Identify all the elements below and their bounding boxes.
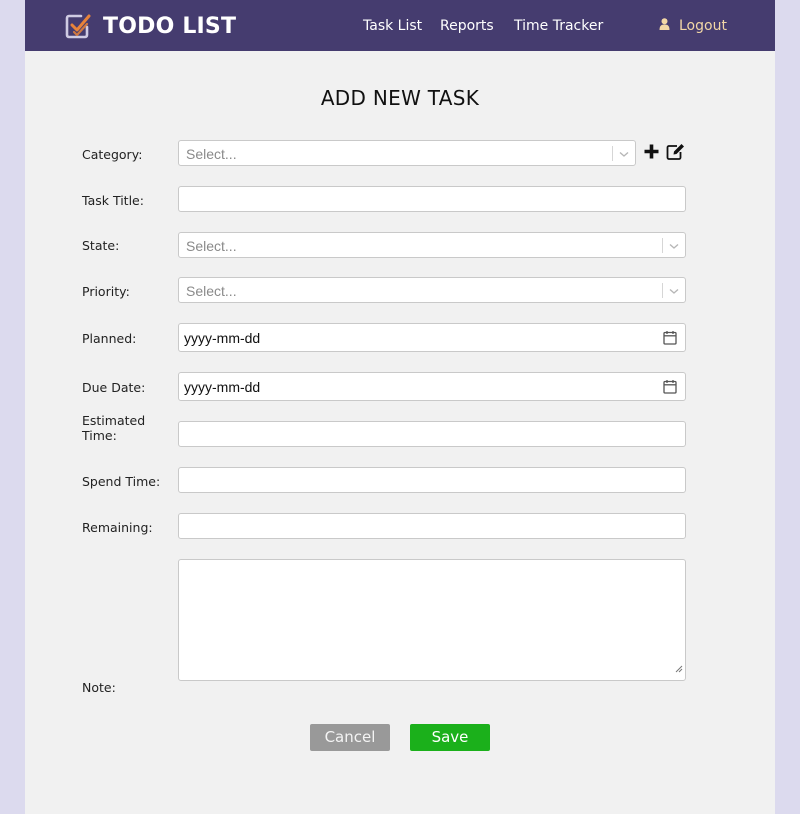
- page-panel: [25, 0, 775, 814]
- planned-date-input[interactable]: yyyy-mm-dd: [178, 323, 686, 352]
- chevron-down-icon[interactable]: [619, 147, 629, 165]
- category-select[interactable]: Select...: [178, 140, 636, 166]
- note-label: Note:: [82, 680, 116, 695]
- priority-placeholder: Select...: [186, 283, 237, 299]
- brand[interactable]: TODO LIST: [65, 11, 236, 41]
- navbar: TODO LIST Task List Reports Time Tracker…: [25, 0, 775, 51]
- checklist-logo-icon: [65, 13, 91, 39]
- spend-time-input[interactable]: [178, 467, 686, 493]
- due-date-value: yyyy-mm-dd: [184, 379, 261, 395]
- calendar-icon[interactable]: [663, 330, 677, 350]
- form-title: ADD NEW TASK: [320, 86, 480, 110]
- select-separator: [662, 238, 663, 253]
- remaining-label: Remaining:: [82, 520, 153, 535]
- brand-name: TODO LIST: [103, 13, 237, 39]
- estimated-time-label-line2: Time:: [82, 428, 117, 443]
- priority-label: Priority:: [82, 284, 130, 299]
- cancel-button[interactable]: Cancel: [310, 724, 390, 751]
- category-label: Category:: [82, 147, 143, 162]
- save-button[interactable]: Save: [410, 724, 490, 751]
- calendar-icon[interactable]: [663, 379, 677, 399]
- remaining-input[interactable]: [178, 513, 686, 539]
- add-category-icon[interactable]: [643, 143, 660, 165]
- edit-category-icon[interactable]: [666, 143, 685, 165]
- priority-select[interactable]: Select...: [178, 277, 686, 303]
- select-separator: [612, 146, 613, 161]
- nav-reports[interactable]: Reports: [440, 17, 494, 35]
- user-icon: [659, 17, 679, 35]
- estimated-time-input[interactable]: [178, 421, 686, 447]
- select-separator: [662, 283, 663, 298]
- nav-time-tracker[interactable]: Time Tracker: [514, 17, 603, 35]
- state-placeholder: Select...: [186, 238, 237, 254]
- task-title-input[interactable]: [178, 186, 686, 212]
- chevron-down-icon[interactable]: [669, 239, 679, 257]
- due-date-input[interactable]: yyyy-mm-dd: [178, 372, 686, 401]
- spend-time-label: Spend Time:: [82, 474, 161, 489]
- state-label: State:: [82, 238, 120, 253]
- chevron-down-icon[interactable]: [669, 284, 679, 302]
- task-title-label: Task Title:: [82, 193, 144, 208]
- estimated-time-label: Estimated Time:: [82, 413, 145, 443]
- resize-handle-icon[interactable]: [674, 660, 683, 678]
- state-select[interactable]: Select...: [178, 232, 686, 258]
- estimated-time-label-line1: Estimated: [82, 413, 146, 428]
- note-textarea[interactable]: [178, 559, 686, 681]
- logout-label: Logout: [679, 18, 727, 34]
- due-date-label: Due Date:: [82, 380, 146, 395]
- planned-label: Planned:: [82, 331, 137, 346]
- nav-task-list[interactable]: Task List: [363, 17, 422, 35]
- category-placeholder: Select...: [186, 146, 237, 162]
- planned-date-value: yyyy-mm-dd: [184, 330, 261, 346]
- logout-link[interactable]: Logout: [659, 17, 727, 35]
